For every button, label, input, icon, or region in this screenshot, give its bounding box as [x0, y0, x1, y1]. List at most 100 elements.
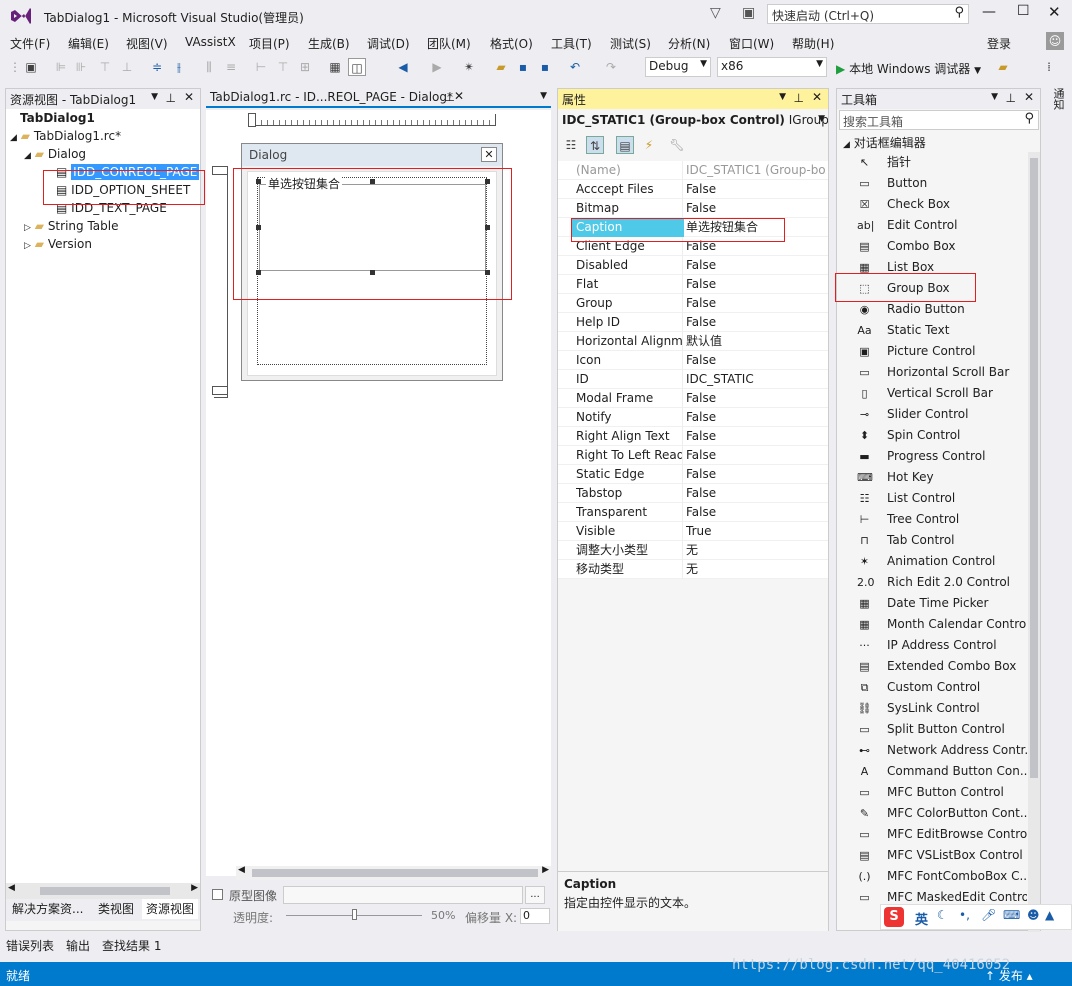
- toolbox-item[interactable]: ▯ Vertical Scroll Bar: [837, 383, 1022, 404]
- property-value[interactable]: 默认值: [686, 332, 826, 351]
- property-row[interactable]: (Name) IDC_STATIC1 (Group-box C: [558, 161, 828, 180]
- tab-find-results[interactable]: 查找结果 1: [98, 936, 165, 956]
- tab-output[interactable]: 输出: [62, 936, 94, 956]
- toolbox-item[interactable]: ▭ Horizontal Scroll Bar: [837, 362, 1022, 383]
- property-row[interactable]: Bitmap False: [558, 199, 828, 218]
- toolbox-item[interactable]: ☷ List Control: [837, 488, 1022, 509]
- property-value[interactable]: False: [686, 484, 826, 503]
- toolbox-item[interactable]: ▭ MFC EditBrowse Control: [837, 824, 1027, 845]
- redo-icon[interactable]: ↷: [602, 58, 620, 76]
- align-right-icon[interactable]: ⊪: [72, 58, 90, 76]
- ruler-marker-icon[interactable]: [248, 113, 256, 127]
- toolbox-item[interactable]: ✶ Animation Control: [837, 551, 1022, 572]
- config-dropdown[interactable]: Debug ▼: [645, 57, 711, 77]
- user-icon[interactable]: ☻: [1027, 908, 1040, 922]
- open-file-icon[interactable]: ▰: [492, 58, 510, 76]
- feedback-icon[interactable]: ▣: [742, 5, 755, 21]
- prototype-path-input[interactable]: [283, 886, 523, 904]
- undo-icon[interactable]: ↶: [566, 58, 584, 76]
- offset-input[interactable]: 0: [520, 908, 550, 924]
- toolbox-search[interactable]: 搜索工具箱 ⚲: [839, 110, 1039, 130]
- dropdown-icon[interactable]: ▼: [540, 91, 547, 101]
- property-value[interactable]: False: [686, 465, 826, 484]
- categorized-icon[interactable]: ☷: [562, 136, 580, 154]
- make-same-height-icon[interactable]: ⊤: [274, 58, 292, 76]
- toolbox-item[interactable]: Aa Static Text: [837, 320, 1022, 341]
- menu-vassistx[interactable]: VAssistX: [185, 35, 236, 49]
- toolbox-item[interactable]: ↖ 指针: [837, 152, 1022, 173]
- toolbox-item[interactable]: ▭ MFC Button Control: [837, 782, 1022, 803]
- property-value[interactable]: IDC_STATIC1 (Group-box C: [686, 161, 826, 180]
- pin-icon[interactable]: ⊥: [166, 91, 176, 105]
- toolbox-item[interactable]: ✎ MFC ColorButton Cont...: [837, 803, 1027, 824]
- close-icon[interactable]: ✕: [481, 147, 497, 162]
- menu-build[interactable]: 生成(B): [308, 35, 350, 52]
- property-row[interactable]: Disabled False: [558, 256, 828, 275]
- property-row[interactable]: 调整大小类型 无: [558, 541, 828, 560]
- property-row[interactable]: Static Edge False: [558, 465, 828, 484]
- events-icon[interactable]: ⚡: [640, 136, 658, 154]
- minimize-button[interactable]: —: [982, 4, 996, 20]
- center-vertical-icon[interactable]: ≑: [148, 58, 166, 76]
- menu-team[interactable]: 团队(M): [427, 35, 471, 52]
- close-icon[interactable]: ✕: [1024, 90, 1034, 104]
- tree-dialog-folder[interactable]: ◢ ▰ Dialog: [24, 145, 86, 163]
- login-link[interactable]: 登录: [987, 35, 1011, 52]
- publish-button[interactable]: ↑ 发布 ▴: [985, 967, 1033, 984]
- slider-thumb[interactable]: [352, 909, 357, 920]
- align-bottom-icon[interactable]: ⊥: [118, 58, 136, 76]
- toolbox-item[interactable]: ⊸ Slider Control: [837, 404, 1022, 425]
- toolbox-scrollbar[interactable]: [1028, 152, 1040, 932]
- property-row[interactable]: Acccept Files False: [558, 180, 828, 199]
- notifications-side-tab[interactable]: 通知: [1046, 88, 1066, 118]
- navigate-forward-icon[interactable]: ▶: [428, 58, 446, 76]
- tree-rc-file[interactable]: ◢ ▰ TabDialog1.rc*: [10, 127, 121, 145]
- dropdown-icon[interactable]: ▼: [151, 92, 158, 102]
- account-icon[interactable]: ☺: [1046, 32, 1064, 50]
- toolbox-item[interactable]: ☒ Check Box: [837, 194, 1022, 215]
- close-icon[interactable]: ✕: [812, 90, 822, 104]
- navigate-back-icon[interactable]: ◀: [394, 58, 412, 76]
- ruler-marker-icon[interactable]: [212, 386, 228, 395]
- property-value[interactable]: 无: [686, 560, 826, 579]
- toolbox-item[interactable]: ▣ Picture Control: [837, 341, 1022, 362]
- menu-analyze[interactable]: 分析(N): [668, 35, 710, 52]
- search-icon[interactable]: ⚲: [954, 5, 964, 20]
- property-row[interactable]: Modal Frame False: [558, 389, 828, 408]
- editor-tab[interactable]: TabDialog1.rc - ID...REOL_PAGE - Dialog*…: [206, 88, 551, 108]
- toolbar-overflow-icon[interactable]: ⁞: [1040, 58, 1058, 76]
- space-down-icon[interactable]: ≡: [222, 58, 240, 76]
- editor-hscrollbar[interactable]: ◀ ▶: [236, 865, 551, 880]
- property-row[interactable]: Right Align Text False: [558, 427, 828, 446]
- dropdown-icon[interactable]: ▼: [991, 92, 998, 102]
- search-icon[interactable]: ⚲: [1024, 111, 1034, 126]
- toolbox-item[interactable]: ⊷ Network Address Contr...: [837, 740, 1027, 761]
- save-icon[interactable]: ▪: [514, 58, 532, 76]
- close-icon[interactable]: ✕: [454, 89, 467, 103]
- ime-toolbar[interactable]: S 英 ☾ •, 🎤︎ ⌨ ☻ ▲: [880, 904, 1072, 930]
- ime-language[interactable]: 英: [915, 909, 928, 928]
- object-selector[interactable]: IDC_STATIC1 (Group-box Control) IGroupBo…: [558, 110, 828, 132]
- tree-version[interactable]: ▷ ▰ Version: [24, 235, 92, 253]
- tab-solution-explorer[interactable]: 解决方案资...: [8, 899, 87, 919]
- menu-view[interactable]: 视图(V): [126, 35, 168, 52]
- alphabetical-icon[interactable]: ⇅: [586, 136, 604, 154]
- menu-test[interactable]: 测试(S): [610, 35, 651, 52]
- browse-button[interactable]: ...: [525, 886, 545, 904]
- menu-file[interactable]: 文件(F): [10, 35, 50, 52]
- property-pages-icon[interactable]: 🔧︎: [668, 136, 686, 154]
- keyboard-icon[interactable]: ⌨: [1003, 908, 1020, 922]
- menu-window[interactable]: 窗口(W): [729, 35, 774, 52]
- menu-tools[interactable]: 工具(T): [551, 35, 592, 52]
- toolbox-item[interactable]: ⊢ Tree Control: [837, 509, 1022, 530]
- property-row[interactable]: Group False: [558, 294, 828, 313]
- tab-class-view[interactable]: 类视图: [94, 899, 138, 919]
- close-button[interactable]: ✕: [1048, 3, 1061, 21]
- tab-resource-view[interactable]: 资源视图: [142, 899, 199, 919]
- filter-icon[interactable]: ▽: [710, 5, 721, 21]
- property-row[interactable]: Right To Left Readir False: [558, 446, 828, 465]
- toolbox-item[interactable]: ◉ Radio Button: [837, 299, 1022, 320]
- tree-string-table[interactable]: ▷ ▰ String Table: [24, 217, 118, 235]
- property-row[interactable]: ID IDC_STATIC: [558, 370, 828, 389]
- toolbox-item[interactable]: ▦ Date Time Picker: [837, 593, 1022, 614]
